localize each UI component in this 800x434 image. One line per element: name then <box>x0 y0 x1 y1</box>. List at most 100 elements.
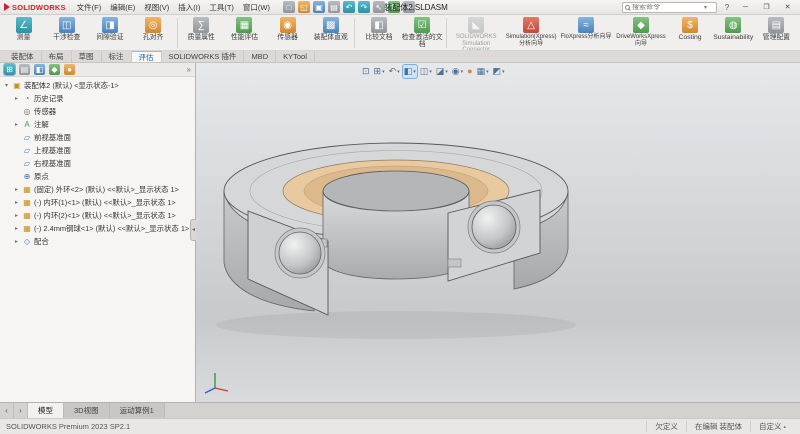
save-icon[interactable]: ▣ <box>313 1 325 13</box>
section-view-button[interactable]: ◧ ▾ <box>401 64 418 79</box>
tab-evaluate[interactable]: 评估 <box>131 51 162 62</box>
model-tab[interactable]: 模型 <box>28 403 64 418</box>
hide-show-items-button[interactable]: ◉ ▾ <box>451 65 464 78</box>
steel-ball-left[interactable] <box>278 231 322 275</box>
hole-alignment-button[interactable]: ◎ 孔对齐 <box>132 16 175 50</box>
center-bore-hole[interactable] <box>322 170 470 212</box>
mass-properties-button[interactable]: ∑ 质量属性 <box>180 16 223 50</box>
tab-solidworks-addins[interactable]: SOLIDWORKS 插件 <box>162 51 245 62</box>
tree-item-outer-ring[interactable]: ▸ ▦ (固定) 外环<2> (默认) <<默认>_显示状态 1> <box>0 183 195 196</box>
view-orientation-button[interactable]: ◫ ▾ <box>419 65 433 78</box>
sustainability-button[interactable]: ◍ Sustainability <box>712 16 755 50</box>
expand-icon[interactable]: ▸ <box>13 212 20 219</box>
bearing-model[interactable] <box>196 63 799 402</box>
apply-scene-button[interactable]: ▦ ▾ <box>476 65 490 78</box>
expand-icon[interactable]: ▸ <box>13 199 20 206</box>
zoom-fit-button[interactable]: ⊡ <box>361 65 371 78</box>
display-style-button[interactable]: ◪ ▾ <box>435 65 449 78</box>
search-input[interactable] <box>632 3 702 11</box>
tree-item-top-plane[interactable]: ▱ 上视基准面 <box>0 144 195 157</box>
menu-file[interactable]: 文件(F) <box>73 1 106 14</box>
open-icon[interactable]: ◱ <box>298 1 310 13</box>
tree-item-history[interactable]: ▸ ◔ 历史记录 <box>0 92 195 105</box>
motion-study-tab[interactable]: 运动算例1 <box>109 403 165 418</box>
menu-tools[interactable]: 工具(T) <box>205 1 238 14</box>
title-bar: SOLIDWORKS 文件(F) 编辑(E) 视图(V) 插入(I) 工具(T)… <box>0 0 800 15</box>
tab-sketch[interactable]: 草图 <box>72 51 102 62</box>
floxpress-wizard-button[interactable]: ≈ FloXpress分析向导 <box>559 16 614 50</box>
interference-detection-button[interactable]: ◫ 干涉检查 <box>45 16 88 50</box>
previous-view-button[interactable]: ↶ ▾ <box>388 65 401 78</box>
assembly-visualization-icon: ▩ <box>322 17 339 33</box>
menu-insert[interactable]: 插入(I) <box>174 1 204 14</box>
tree-item-front-plane[interactable]: ▱ 前视基准面 <box>0 131 195 144</box>
select-icon[interactable]: ↖ <box>373 1 385 13</box>
minimize-button[interactable]: ─ <box>737 1 754 14</box>
menu-edit[interactable]: 编辑(E) <box>106 1 139 14</box>
tree-item-right-plane[interactable]: ▱ 右视基准面 <box>0 157 195 170</box>
measure-button[interactable]: ∠ 测量 <box>2 16 45 50</box>
command-search-box[interactable]: ▾ <box>622 1 717 13</box>
tree-item-assembly-root[interactable]: ▾ ▣ 装配体2 (默认) <显示状态-1> <box>0 79 195 92</box>
new-document-icon[interactable]: □ <box>283 1 295 13</box>
component-icon: ▦ <box>23 198 31 207</box>
snap-ring-groove-right[interactable] <box>447 258 462 268</box>
zoom-area-button[interactable]: ⊞ ▾ <box>373 65 386 78</box>
expand-icon[interactable]: ▸ <box>13 121 20 128</box>
configurationmanager-tab[interactable]: ◧ <box>34 64 45 75</box>
view-settings-button[interactable]: ◩ ▾ <box>492 65 506 78</box>
tab-scroll-left-icon[interactable]: ‹ <box>0 403 14 418</box>
clearance-verification-button[interactable]: ◨ 间隙验证 <box>88 16 131 50</box>
tree-item-inner-ring-1[interactable]: ▸ ▦ (-) 内环(1)<1> (默认) <<默认>_显示状态 1> <box>0 196 195 209</box>
print-icon[interactable]: ▤ <box>328 1 340 13</box>
performance-evaluation-button[interactable]: ▦ 性能评估 <box>223 16 266 50</box>
displaymanager-tab[interactable]: ● <box>64 64 75 75</box>
undo-icon[interactable]: ↶ <box>343 1 355 13</box>
tree-item-sensors[interactable]: ◎ 传感器 <box>0 105 195 118</box>
featuremanager-tree-tab[interactable]: ⊞ <box>3 63 16 76</box>
help-button[interactable]: ? <box>721 3 733 12</box>
edit-appearance-button[interactable]: ● <box>466 65 473 78</box>
expand-icon[interactable]: ▸ <box>13 238 20 245</box>
menu-view[interactable]: 视图(V) <box>140 1 173 14</box>
driveworksxpress-wizard-button[interactable]: ◆ DriveWorksXpress向导 <box>614 16 669 50</box>
chevron-down-icon: ▾ <box>502 68 505 75</box>
expand-icon[interactable]: ▸ <box>13 186 20 193</box>
tree-item-origin[interactable]: ⊕ 原点 <box>0 170 195 183</box>
assembly-visualization-button[interactable]: ▩ 装配体直观 <box>309 16 352 50</box>
tab-scroll-right-icon[interactable]: › <box>14 403 28 418</box>
simulationxpress-wizard-button[interactable]: △ Simulation(Xpress)分析向导 <box>504 16 559 50</box>
tab-markup[interactable]: 标注 <box>102 51 132 62</box>
menu-window[interactable]: 窗口(W) <box>239 1 274 14</box>
compare-documents-icon: ◧ <box>370 17 387 33</box>
interference-detection-icon: ◫ <box>58 17 75 33</box>
manage-configurations-button[interactable]: ▤ 管理配置 <box>755 16 798 50</box>
ribbon-separator <box>445 18 447 48</box>
units-selector[interactable]: 自定义 ▴ <box>749 421 794 432</box>
costing-button[interactable]: $ Costing <box>668 16 711 50</box>
steel-ball-right[interactable] <box>471 204 517 250</box>
graphics-viewport[interactable]: ⊡ ⊞ ▾ ↶ ▾ ◧ ▾ ◫ ▾ ◪ ▾ ◉ ▾ ● ▦ ▾ ◩ ▾ <box>196 63 800 402</box>
dimxpertmanager-tab[interactable]: ◆ <box>49 64 60 75</box>
tree-item-steel-ball[interactable]: ▸ ▦ (-) 2.4mm钢球<1> (默认) <<默认>_显示状态 1> <box>0 222 195 235</box>
3d-views-tab[interactable]: 3D视图 <box>64 403 110 418</box>
redo-icon[interactable]: ↷ <box>358 1 370 13</box>
tab-mbd[interactable]: MBD <box>244 51 277 62</box>
maximize-button[interactable]: ❐ <box>758 1 775 14</box>
tab-kytool[interactable]: KYTool <box>276 51 315 62</box>
check-active-document-button[interactable]: ☑ 检查激活的文档 <box>401 16 444 50</box>
propertymanager-tab[interactable]: ▤ <box>19 64 30 75</box>
tree-item-mates[interactable]: ▸ ◇ 配合 <box>0 235 195 248</box>
close-button[interactable]: ✕ <box>779 1 796 14</box>
search-dropdown-icon[interactable]: ▾ <box>704 4 707 11</box>
tree-item-inner-ring-2[interactable]: ▸ ▦ (-) 内环(2)<1> (默认) <<默认>_显示状态 1> <box>0 209 195 222</box>
sensor-button[interactable]: ◉ 传感器 <box>266 16 309 50</box>
compare-documents-button[interactable]: ◧ 比较文档 <box>357 16 400 50</box>
tab-assembly[interactable]: 装配体 <box>4 51 42 62</box>
tree-item-annotations[interactable]: ▸ A 注解 <box>0 118 195 131</box>
expand-icon[interactable]: ▸ <box>13 225 20 232</box>
expand-icon[interactable]: ▸ <box>13 95 20 102</box>
tab-layout[interactable]: 布局 <box>42 51 72 62</box>
expand-icon[interactable]: ▾ <box>3 82 10 89</box>
panel-tab-overflow-icon[interactable]: » <box>187 65 191 74</box>
